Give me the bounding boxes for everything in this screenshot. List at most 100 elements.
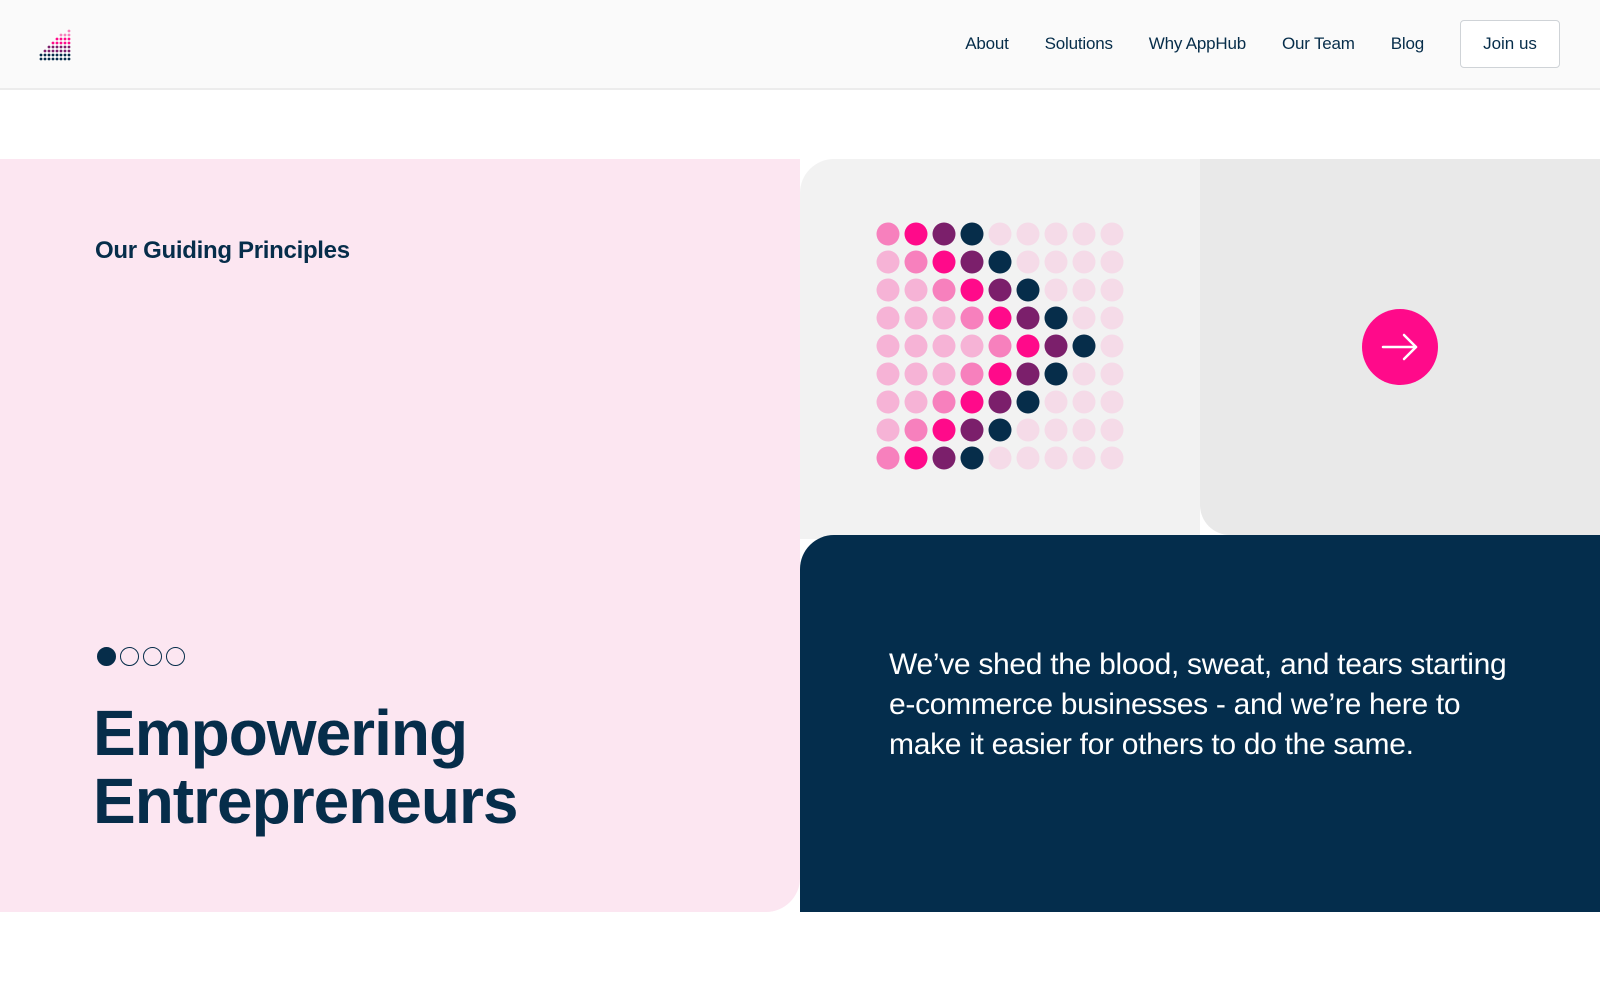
logo-dot xyxy=(63,45,67,49)
graphic-dot xyxy=(932,418,956,442)
graphic-dot xyxy=(988,222,1012,246)
logo-dot xyxy=(59,49,63,53)
graphic-dot xyxy=(960,418,984,442)
graphic-dot xyxy=(876,334,900,358)
hero-title-line-2: Entrepreneurs xyxy=(93,765,518,837)
graphic-dot xyxy=(876,278,900,302)
dot-matrix-logo-icon[interactable] xyxy=(38,26,72,62)
graphic-dot xyxy=(1100,250,1124,274)
graphic-dot xyxy=(1072,362,1096,386)
graphic-dot xyxy=(1044,278,1068,302)
graphic-dot xyxy=(904,222,928,246)
logo-dot xyxy=(67,29,71,33)
nav-blog[interactable]: Blog xyxy=(1391,34,1424,54)
pager-dot-3[interactable] xyxy=(143,647,162,666)
logo-dot xyxy=(59,57,63,61)
graphic-dot xyxy=(1044,418,1068,442)
graphic-dot xyxy=(960,278,984,302)
quote-panel: We’ve shed the blood, sweat, and tears s… xyxy=(800,535,1600,912)
logo-dot xyxy=(47,53,51,57)
graphic-dot xyxy=(1072,418,1096,442)
graphic-dot xyxy=(1016,306,1040,330)
logo-dot xyxy=(47,45,51,49)
graphic-dot xyxy=(904,334,928,358)
arrow-panel xyxy=(1200,159,1600,535)
graphic-dot xyxy=(904,278,928,302)
next-slide-button[interactable] xyxy=(1362,309,1438,385)
graphic-dot xyxy=(1100,418,1124,442)
graphic-dot xyxy=(904,250,928,274)
logo-dot xyxy=(51,49,55,53)
graphic-dot xyxy=(1072,250,1096,274)
slide-pager xyxy=(97,647,185,666)
nav-our-team[interactable]: Our Team xyxy=(1282,34,1355,54)
logo-dot xyxy=(55,41,59,45)
graphic-dot xyxy=(988,446,1012,470)
graphic-dot xyxy=(876,446,900,470)
logo-dot xyxy=(63,37,67,41)
logo-dot xyxy=(63,57,67,61)
graphic-dot xyxy=(932,250,956,274)
logo-dot xyxy=(63,49,67,53)
graphic-dot xyxy=(876,306,900,330)
logo-dot xyxy=(47,49,51,53)
nav-about[interactable]: About xyxy=(965,34,1009,54)
graphic-dot xyxy=(904,446,928,470)
logo-dot xyxy=(55,45,59,49)
logo-dot xyxy=(51,53,55,57)
logo-dot xyxy=(47,57,51,61)
pager-dot-1[interactable] xyxy=(97,647,116,666)
nav-solutions[interactable]: Solutions xyxy=(1045,34,1113,54)
logo-dot xyxy=(59,53,63,57)
graphic-dot xyxy=(1072,306,1096,330)
logo-dot xyxy=(67,37,71,41)
graphic-dot xyxy=(1100,390,1124,414)
logo-dot xyxy=(67,57,71,61)
graphic-dot xyxy=(1044,306,1068,330)
graphic-dot xyxy=(1044,334,1068,358)
graphic-dot xyxy=(988,278,1012,302)
graphic-dot xyxy=(1044,222,1068,246)
site-header: About Solutions Why AppHub Our Team Blog… xyxy=(0,0,1600,90)
logo-dot xyxy=(59,33,63,37)
graphic-dot xyxy=(1016,362,1040,386)
graphic-dot xyxy=(1100,278,1124,302)
logo-dot xyxy=(59,45,63,49)
logo-dot xyxy=(59,37,63,41)
logo-dot xyxy=(59,41,63,45)
graphic-dot xyxy=(988,334,1012,358)
logo-dot xyxy=(63,33,67,37)
graphic-dot xyxy=(932,362,956,386)
logo-dot xyxy=(63,53,67,57)
main-nav: About Solutions Why AppHub Our Team Blog… xyxy=(965,0,1600,88)
logo-dot xyxy=(39,57,43,61)
mission-quote: We’ve shed the blood, sweat, and tears s… xyxy=(889,648,1507,761)
graphic-dot xyxy=(876,390,900,414)
logo-dot xyxy=(43,57,47,61)
graphic-dot xyxy=(960,362,984,386)
graphic-dot xyxy=(1016,222,1040,246)
join-us-button[interactable]: Join us xyxy=(1460,20,1560,68)
graphic-dot xyxy=(1044,446,1068,470)
graphic-dot xyxy=(1072,446,1096,470)
graphic-dot xyxy=(988,362,1012,386)
logo-dot xyxy=(51,57,55,61)
graphic-dot xyxy=(932,306,956,330)
graphic-dot xyxy=(1072,334,1096,358)
dot-arrow-graphic xyxy=(876,222,1124,470)
graphic-dot xyxy=(1016,250,1040,274)
graphic-dot xyxy=(1100,446,1124,470)
pager-dot-4[interactable] xyxy=(166,647,185,666)
nav-why-apphub[interactable]: Why AppHub xyxy=(1149,34,1246,54)
graphic-dot xyxy=(988,250,1012,274)
logo-dot xyxy=(55,57,59,61)
logo-dot xyxy=(55,53,59,57)
pager-dot-2[interactable] xyxy=(120,647,139,666)
logo-dot xyxy=(51,45,55,49)
graphic-dot xyxy=(988,418,1012,442)
graphic-dot xyxy=(904,418,928,442)
graphic-dot xyxy=(1016,334,1040,358)
graphic-dot xyxy=(1100,306,1124,330)
graphic-dot xyxy=(960,222,984,246)
graphic-dot xyxy=(876,222,900,246)
